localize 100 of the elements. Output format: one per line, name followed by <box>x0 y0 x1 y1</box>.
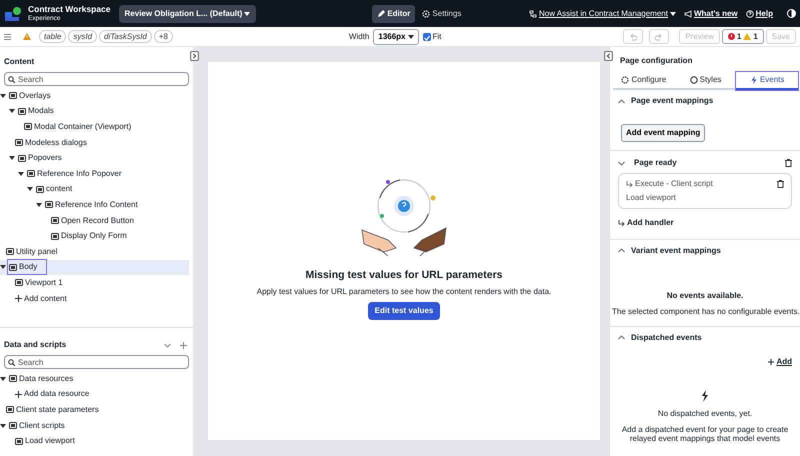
collapse-panel-icon[interactable] <box>190 51 199 61</box>
theme-toggle-icon[interactable] <box>787 9 796 18</box>
section-title: Page event mappings <box>631 95 714 107</box>
mode-tab[interactable]: Settings <box>417 4 466 22</box>
trash-icon[interactable] <box>777 180 784 188</box>
page-selector[interactable]: Review Obligation L... (Default) <box>118 4 256 22</box>
tree-item[interactable]: content <box>0 182 189 198</box>
tree-item[interactable]: Reference Info Content <box>0 197 189 213</box>
add-handler-link[interactable]: Add handler <box>618 217 674 229</box>
tree-item[interactable]: Open Record Button <box>0 212 189 228</box>
chevron-down-icon[interactable] <box>164 342 171 348</box>
tree-item[interactable]: Utility panel <box>0 244 189 260</box>
url-parameter-tag[interactable]: table <box>39 30 66 43</box>
tree-item[interactable]: Popovers <box>0 150 189 166</box>
search-field[interactable]: Search <box>4 72 189 86</box>
lightning-icon <box>750 76 758 84</box>
handler-target: Load viewport <box>626 192 677 204</box>
more-parameters-tag[interactable]: +8 <box>154 30 173 43</box>
undo-icon <box>629 32 638 40</box>
tree-item[interactable]: Load viewport <box>0 433 189 449</box>
circle-icon <box>690 76 698 84</box>
mode-tab[interactable]: Editor <box>372 4 416 22</box>
tree-item[interactable]: Modal Container (Viewport) <box>0 119 189 135</box>
warning-icon <box>23 33 31 40</box>
tree-item[interactable]: Modals <box>0 104 189 120</box>
plus-icon[interactable] <box>180 342 187 348</box>
tree-item[interactable]: Body <box>0 260 189 276</box>
app-title: Contract Workspace <box>28 4 111 14</box>
chevron-up-icon[interactable] <box>618 248 625 253</box>
plus-icon <box>15 295 22 302</box>
chevron-up-icon[interactable] <box>618 335 625 340</box>
panel-tab[interactable]: Configure <box>613 72 675 90</box>
panel-title: Content <box>4 56 36 68</box>
return-arrow-icon <box>618 220 625 226</box>
plus-icon <box>15 390 22 398</box>
edit-test-values-button[interactable]: Edit test values <box>368 302 440 320</box>
empty-state-text: Apply test values for URL parameters to see how the content renders with the data. <box>256 286 552 298</box>
checkbox[interactable] <box>422 32 431 40</box>
help-icon <box>746 10 754 18</box>
panel-tab[interactable]: Styles <box>674 72 736 90</box>
empty-title: No dispatched events, yet. <box>656 408 754 420</box>
whats-new-link[interactable]: What's new <box>684 8 738 20</box>
handler-action: Execute - Client script <box>635 178 714 190</box>
width-label: Width <box>348 30 370 42</box>
panel-title: Data and scripts <box>4 339 68 351</box>
search-icon <box>8 76 15 82</box>
trash-icon[interactable] <box>785 159 792 167</box>
tree-item[interactable]: Client state parameters <box>0 402 189 418</box>
logo-icon <box>4 6 22 22</box>
chevron-down-icon[interactable] <box>618 160 625 166</box>
assist-menu[interactable]: Now Assist in Contract Management <box>529 8 676 20</box>
error-icon <box>728 33 735 40</box>
url-parameter-tag[interactable]: diTaskSysId <box>99 30 152 43</box>
gear-icon <box>621 76 630 84</box>
caret-icon <box>670 12 676 16</box>
megaphone-icon <box>684 10 692 18</box>
chevron-up-icon[interactable] <box>618 98 625 104</box>
collapse-panel-icon[interactable] <box>604 51 613 61</box>
warning-count: 1 <box>753 31 758 42</box>
empty-text: The selected component has no configurable events. <box>612 306 798 318</box>
issues-button[interactable]: 1 1 <box>722 29 764 44</box>
hierarchy-icon <box>529 10 538 18</box>
tree-item[interactable]: Client scripts <box>0 418 189 434</box>
add-event-mapping-button[interactable]: Add event mapping <box>621 124 706 142</box>
panel-title: Page configuration <box>620 55 694 67</box>
settings-icon <box>422 10 430 18</box>
plus-icon <box>768 358 774 364</box>
menu-icon[interactable] <box>4 34 11 40</box>
tree-item[interactable]: Viewport 1 <box>0 275 189 291</box>
width-select[interactable]: 1366px <box>373 28 419 44</box>
fit-label: Fit <box>432 30 442 42</box>
empty-text: Add a dispatched event for your page to create relayed event mappings that model events <box>620 424 790 444</box>
add-item-link[interactable]: Add content <box>0 290 189 306</box>
component-icon <box>9 375 17 382</box>
error-count: 1 <box>736 31 742 42</box>
caret-icon <box>244 12 250 16</box>
search-icon <box>8 358 15 366</box>
tree-item[interactable]: Reference Info Popover <box>0 166 189 182</box>
tree-item[interactable]: Overlays <box>0 88 189 104</box>
caret-icon <box>408 34 414 38</box>
help-link[interactable]: Help <box>746 8 773 20</box>
pencil-icon <box>377 10 386 18</box>
lightning-icon <box>701 390 709 402</box>
section-title: Dispatched events <box>631 332 702 344</box>
tree-item[interactable]: Data resources <box>0 371 189 387</box>
search-field[interactable]: Search <box>4 355 189 369</box>
url-parameter-tag[interactable]: sysId <box>68 30 98 43</box>
return-arrow-icon <box>626 180 633 188</box>
section-title: Page ready <box>634 157 678 169</box>
empty-title: No events available. <box>666 290 744 302</box>
panel-tab[interactable]: Events <box>736 72 798 90</box>
component-icon <box>6 406 14 414</box>
redo-icon <box>655 32 664 40</box>
empty-state-heading: Missing test values for URL parameters <box>305 268 503 283</box>
tree-item[interactable]: Modeless dialogs <box>0 134 189 150</box>
section-title: Variant event mappings <box>631 244 721 256</box>
warning-icon <box>743 33 752 40</box>
add-item-link[interactable]: Add data resource <box>0 386 189 402</box>
tree-item[interactable]: Display Only Form <box>0 228 189 244</box>
add-link[interactable]: Add <box>768 356 792 368</box>
